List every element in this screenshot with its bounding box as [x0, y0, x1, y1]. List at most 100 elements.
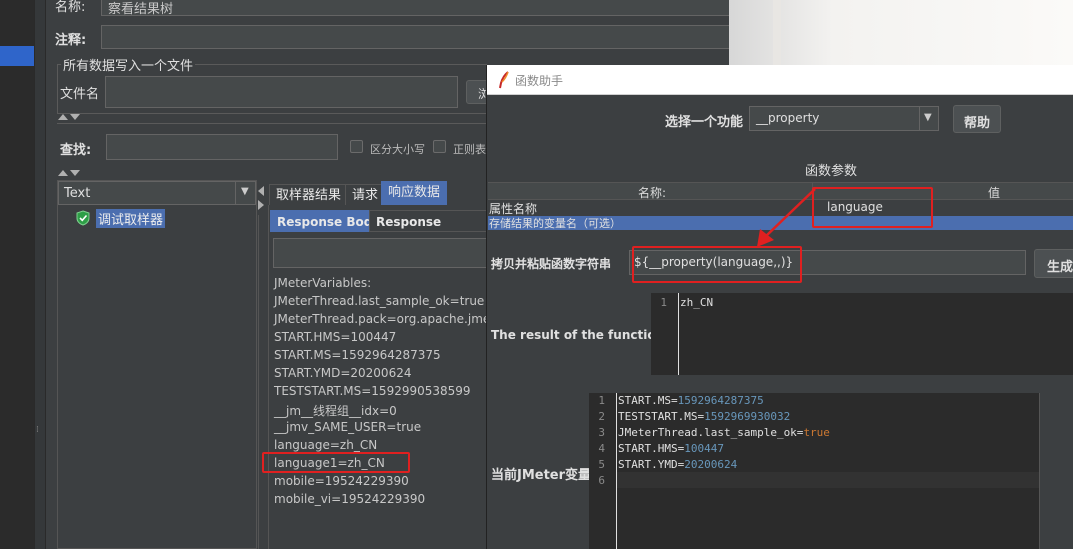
- tab-request[interactable]: 请求: [345, 184, 386, 206]
- header-name: 名称:: [638, 186, 667, 200]
- vars-line-number: 4: [598, 442, 605, 455]
- response-line: TESTSTART.MS=1592990538599: [274, 384, 471, 398]
- file-section-title: 所有数据写入一个文件: [61, 55, 196, 74]
- tab-sampler-result[interactable]: 取样器结果: [269, 184, 349, 206]
- result-editor[interactable]: 1 zh_CN: [651, 293, 1073, 375]
- tree-panel: [57, 180, 257, 549]
- response-line: mobile_vi=19524229390: [274, 492, 426, 506]
- result-line-number: 1: [660, 296, 667, 309]
- vars-line-text: START.MS=1592964287375: [618, 394, 764, 407]
- vars-editor[interactable]: 1 START.MS=1592964287375 2 TESTSTART.MS=159…: [589, 393, 1039, 549]
- function-helper-dialog: 函数助手 选择一个功能 __property ▼ 帮助 函数参数 名称: 值 属…: [486, 65, 1073, 549]
- collapse-up-icon[interactable]: [58, 114, 68, 120]
- response-line: START.MS=1592964287375: [274, 348, 441, 362]
- chevron-down-icon: ▼: [924, 112, 932, 123]
- help-button[interactable]: 帮助: [953, 105, 1001, 133]
- vars-line-text: START.YMD=20200624: [618, 458, 737, 471]
- split-grip: ⁞: [36, 425, 39, 435]
- help-label: 帮助: [964, 116, 991, 131]
- chevron-down-icon: ▼: [241, 186, 249, 197]
- response-body: JMeterVariables: JMeterThread.last_sample…: [272, 274, 488, 549]
- filename-input[interactable]: [105, 76, 458, 108]
- collapse-down-icon-2[interactable]: [70, 170, 80, 176]
- function-select[interactable]: __property ▼: [749, 106, 939, 131]
- comment-field[interactable]: [101, 25, 731, 49]
- arrow-right-icon[interactable]: [258, 200, 264, 210]
- tree-item[interactable]: 调试取样器: [72, 208, 257, 228]
- background-window-edge: [773, 0, 781, 66]
- collapse-up-icon-2[interactable]: [58, 170, 68, 176]
- vars-value: 20200624: [684, 458, 738, 471]
- function-select-divider: [919, 107, 920, 130]
- generate-button[interactable]: 生成: [1034, 249, 1073, 278]
- vars-value: true: [803, 426, 830, 439]
- response-search-input[interactable]: [273, 238, 488, 268]
- case-sensitive-label: 区分大小写: [370, 143, 425, 156]
- tree-scroll-divider: [258, 215, 259, 549]
- vars-key: START.HMS=: [618, 442, 685, 455]
- highlight-language1: [262, 452, 410, 473]
- highlight-value: [812, 187, 933, 228]
- vars-scrollbar[interactable]: [1039, 393, 1051, 549]
- shield-check-icon: [76, 210, 90, 226]
- response-line: language=zh_CN: [274, 438, 378, 452]
- case-sensitive-checkbox[interactable]: [350, 140, 363, 153]
- renderer-value: Text: [64, 186, 91, 201]
- vars-key: START.YMD=: [618, 458, 685, 471]
- result-gutter-line: [678, 293, 679, 375]
- vars-line-number: 5: [598, 458, 605, 471]
- vars-value: 1592969930032: [704, 410, 791, 423]
- regex-label: 正则表: [453, 143, 486, 156]
- header-value: 值: [988, 186, 1001, 200]
- select-function-label: 选择一个功能: [665, 115, 744, 130]
- dialog-title: 函数助手: [515, 74, 564, 88]
- name-field[interactable]: 察看结果树: [101, 0, 731, 17]
- search-label: 查找:: [60, 143, 92, 158]
- vars-line-text: JMeterThread.last_sample_ok=true: [618, 426, 830, 439]
- annotation-arrow: [757, 188, 816, 247]
- params-title: 函数参数: [805, 164, 858, 179]
- response-line: JMeterVariables:: [274, 276, 372, 290]
- filename-label: 文件名: [60, 87, 100, 102]
- vars-line-number: 2: [598, 410, 605, 423]
- tab-response-headers[interactable]: Response headers: [369, 210, 488, 251]
- name-value: 察看结果树: [108, 2, 174, 17]
- response-line: mobile=19524229390: [274, 474, 409, 488]
- vars-key: JMeterThread.last_sample_ok=: [618, 426, 804, 439]
- comment-label: 注释:: [55, 33, 87, 48]
- vars-line-number: 1: [598, 394, 605, 407]
- response-line: START.HMS=100447: [274, 330, 397, 344]
- vars-line-text: TESTSTART.MS=1592969930032: [618, 410, 790, 423]
- generate-label: 生成: [1047, 260, 1073, 275]
- vars-value: 1592964287375: [677, 394, 764, 407]
- renderer-select[interactable]: Text ▼: [58, 181, 256, 205]
- split-divider[interactable]: [34, 0, 46, 549]
- regex-checkbox[interactable]: [433, 140, 446, 153]
- param-name: 存储结果的变量名（可选）: [489, 217, 621, 230]
- vars-line-number: 3: [598, 426, 605, 439]
- vars-key: TESTSTART.MS=: [618, 410, 705, 423]
- name-label: 名称:: [55, 0, 86, 15]
- response-line: START.YMD=20200624: [274, 366, 412, 380]
- collapse-down-icon[interactable]: [70, 114, 80, 120]
- vars-line-text: START.HMS=100447: [618, 442, 724, 455]
- response-line: __jm__线程组__idx=0: [274, 404, 397, 418]
- arrow-left-icon[interactable]: [258, 186, 264, 196]
- left-strip-selection: [0, 46, 34, 66]
- tab-response-data[interactable]: 响应数据: [381, 181, 448, 206]
- dialog-titlebar: 函数助手: [487, 65, 1073, 95]
- vars-value: 100447: [684, 442, 724, 455]
- vars-line-number: 6: [598, 474, 605, 487]
- copy-label: 拷贝并粘贴函数字符串: [491, 257, 612, 271]
- vars-current-line: [617, 472, 1039, 488]
- result-line-text: zh_CN: [680, 296, 714, 309]
- function-select-value: __property: [756, 111, 820, 125]
- vars-gutter-line: [616, 393, 617, 549]
- vars-key: START.MS=: [618, 394, 678, 407]
- tree-item-label: 调试取样器: [96, 209, 166, 228]
- search-input[interactable]: [106, 134, 338, 160]
- feather-icon: [499, 71, 509, 89]
- left-strip: [0, 0, 34, 549]
- response-line: __jmv_SAME_USER=true: [274, 420, 422, 434]
- response-line: JMeterThread.last_sample_ok=true: [274, 294, 485, 308]
